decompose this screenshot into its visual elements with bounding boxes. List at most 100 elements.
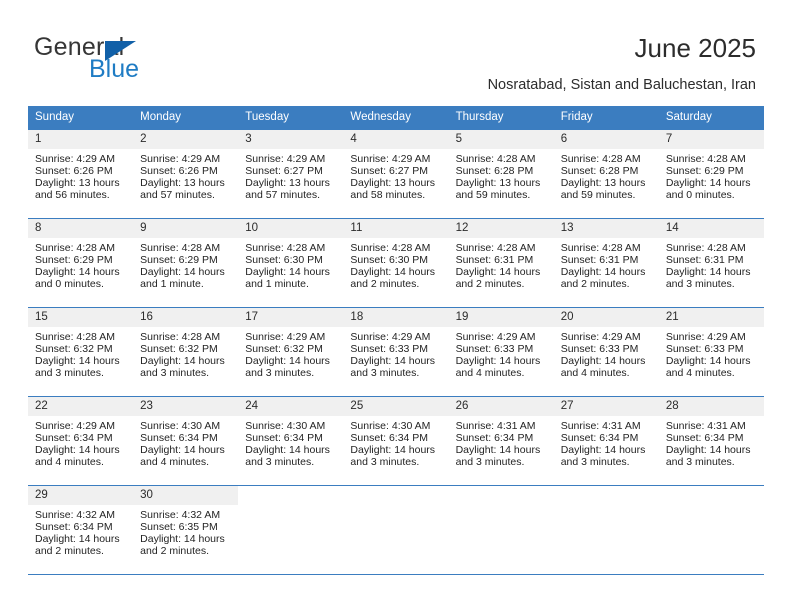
calendar-body: 1 Sunrise: 4:29 AM Sunset: 6:26 PM Dayli… bbox=[28, 129, 764, 575]
day-number: 13 bbox=[553, 219, 659, 238]
daylight-text-line1: Daylight: 14 hours bbox=[665, 265, 751, 278]
daylight-text-line2: and 3 minutes. bbox=[350, 366, 420, 379]
day-cell[interactable]: 13 Sunrise: 4:28 AM Sunset: 6:31 PM Dayl… bbox=[553, 219, 659, 307]
day-cell[interactable]: 27 Sunrise: 4:31 AM Sunset: 6:34 PM Dayl… bbox=[553, 397, 659, 485]
calendar-cell[interactable]: 14 Sunrise: 4:28 AM Sunset: 6:31 PM Dayl… bbox=[658, 218, 764, 308]
calendar-cell[interactable]: 22 Sunrise: 4:29 AM Sunset: 6:34 PM Dayl… bbox=[28, 396, 134, 486]
calendar-week-row: 22 Sunrise: 4:29 AM Sunset: 6:34 PM Dayl… bbox=[28, 396, 764, 486]
day-cell[interactable]: 23 Sunrise: 4:30 AM Sunset: 6:34 PM Dayl… bbox=[133, 397, 239, 485]
daylight-text-line1: Daylight: 14 hours bbox=[140, 354, 225, 367]
calendar-cell[interactable]: 9 Sunrise: 4:28 AM Sunset: 6:29 PM Dayli… bbox=[133, 218, 239, 308]
calendar-cell[interactable]: 21 Sunrise: 4:29 AM Sunset: 6:33 PM Dayl… bbox=[658, 307, 764, 397]
daylight-text-line2: and 0 minutes. bbox=[665, 188, 735, 201]
day-cell[interactable]: 7 Sunrise: 4:28 AM Sunset: 6:29 PM Dayli… bbox=[658, 130, 764, 218]
day-details: Sunrise: 4:28 AM Sunset: 6:30 PM Dayligh… bbox=[343, 238, 448, 291]
calendar-cell[interactable]: 26 Sunrise: 4:31 AM Sunset: 6:34 PM Dayl… bbox=[448, 396, 554, 486]
daylight-text-line1: Daylight: 14 hours bbox=[245, 265, 330, 278]
daylight-text-line1: Daylight: 14 hours bbox=[140, 532, 225, 545]
daylight-text-line2: and 2 minutes. bbox=[350, 277, 420, 290]
brand-logo[interactable]: General Blue bbox=[34, 34, 214, 90]
day-cell[interactable]: 8 Sunrise: 4:28 AM Sunset: 6:29 PM Dayli… bbox=[28, 219, 134, 307]
daylight-text-line1: Daylight: 14 hours bbox=[35, 443, 120, 456]
daylight-text-line2: and 3 minutes. bbox=[560, 455, 630, 468]
day-cell[interactable]: 25 Sunrise: 4:30 AM Sunset: 6:34 PM Dayl… bbox=[343, 397, 449, 485]
calendar-cell[interactable]: 3 Sunrise: 4:29 AM Sunset: 6:27 PM Dayli… bbox=[238, 129, 344, 219]
calendar-cell[interactable]: 20 Sunrise: 4:29 AM Sunset: 6:33 PM Dayl… bbox=[553, 307, 659, 397]
calendar-cell[interactable]: 2 Sunrise: 4:29 AM Sunset: 6:26 PM Dayli… bbox=[133, 129, 239, 219]
day-details: Sunrise: 4:28 AM Sunset: 6:29 PM Dayligh… bbox=[659, 149, 764, 202]
day-cell[interactable]: 19 Sunrise: 4:29 AM Sunset: 6:33 PM Dayl… bbox=[448, 308, 554, 396]
calendar-cell[interactable]: 6 Sunrise: 4:28 AM Sunset: 6:28 PM Dayli… bbox=[553, 129, 659, 219]
day-cell[interactable]: 2 Sunrise: 4:29 AM Sunset: 6:26 PM Dayli… bbox=[133, 130, 239, 218]
day-cell[interactable]: 18 Sunrise: 4:29 AM Sunset: 6:33 PM Dayl… bbox=[343, 308, 449, 396]
weekday-header-thursday: Thursday bbox=[448, 106, 554, 130]
day-cell[interactable]: 9 Sunrise: 4:28 AM Sunset: 6:29 PM Dayli… bbox=[133, 219, 239, 307]
day-cell[interactable]: 24 Sunrise: 4:30 AM Sunset: 6:34 PM Dayl… bbox=[238, 397, 344, 485]
day-cell[interactable]: 6 Sunrise: 4:28 AM Sunset: 6:28 PM Dayli… bbox=[553, 130, 659, 218]
daylight-text-line1: Daylight: 14 hours bbox=[560, 265, 646, 278]
calendar-cell[interactable]: 24 Sunrise: 4:30 AM Sunset: 6:34 PM Dayl… bbox=[238, 396, 344, 486]
calendar-cell[interactable]: 7 Sunrise: 4:28 AM Sunset: 6:29 PM Dayli… bbox=[658, 129, 764, 219]
calendar-cell[interactable]: 11 Sunrise: 4:28 AM Sunset: 6:30 PM Dayl… bbox=[343, 218, 449, 308]
calendar-cell[interactable]: 17 Sunrise: 4:29 AM Sunset: 6:32 PM Dayl… bbox=[238, 307, 344, 397]
day-details: Sunrise: 4:32 AM Sunset: 6:35 PM Dayligh… bbox=[133, 505, 238, 558]
day-number: 25 bbox=[343, 397, 449, 416]
calendar-cell[interactable]: 30 Sunrise: 4:32 AM Sunset: 6:35 PM Dayl… bbox=[133, 485, 239, 575]
day-cell[interactable]: 12 Sunrise: 4:28 AM Sunset: 6:31 PM Dayl… bbox=[448, 219, 554, 307]
day-cell[interactable]: 11 Sunrise: 4:28 AM Sunset: 6:30 PM Dayl… bbox=[343, 219, 449, 307]
day-cell[interactable]: 14 Sunrise: 4:28 AM Sunset: 6:31 PM Dayl… bbox=[658, 219, 764, 307]
calendar-cell[interactable]: 13 Sunrise: 4:28 AM Sunset: 6:31 PM Dayl… bbox=[553, 218, 659, 308]
day-cell-empty bbox=[659, 486, 764, 574]
calendar-cell bbox=[553, 485, 659, 575]
calendar-cell[interactable]: 23 Sunrise: 4:30 AM Sunset: 6:34 PM Dayl… bbox=[133, 396, 239, 486]
day-cell[interactable]: 1 Sunrise: 4:29 AM Sunset: 6:26 PM Dayli… bbox=[28, 130, 134, 218]
daylight-text-line2: and 1 minute. bbox=[140, 277, 204, 290]
daylight-text-line2: and 59 minutes. bbox=[455, 188, 531, 201]
brand-name-blue: Blue bbox=[89, 55, 140, 83]
day-details: Sunrise: 4:29 AM Sunset: 6:26 PM Dayligh… bbox=[133, 149, 238, 202]
daylight-text-line2: and 3 minutes. bbox=[665, 277, 735, 290]
calendar-cell[interactable]: 10 Sunrise: 4:28 AM Sunset: 6:30 PM Dayl… bbox=[238, 218, 344, 308]
day-cell[interactable]: 16 Sunrise: 4:28 AM Sunset: 6:32 PM Dayl… bbox=[133, 308, 239, 396]
calendar-cell[interactable]: 18 Sunrise: 4:29 AM Sunset: 6:33 PM Dayl… bbox=[343, 307, 449, 397]
day-cell[interactable]: 3 Sunrise: 4:29 AM Sunset: 6:27 PM Dayli… bbox=[238, 130, 344, 218]
calendar-cell[interactable]: 25 Sunrise: 4:30 AM Sunset: 6:34 PM Dayl… bbox=[343, 396, 449, 486]
day-cell[interactable]: 30 Sunrise: 4:32 AM Sunset: 6:35 PM Dayl… bbox=[133, 486, 239, 574]
calendar-cell[interactable]: 29 Sunrise: 4:32 AM Sunset: 6:34 PM Dayl… bbox=[28, 485, 134, 575]
calendar-cell[interactable]: 28 Sunrise: 4:31 AM Sunset: 6:34 PM Dayl… bbox=[658, 396, 764, 486]
day-cell[interactable]: 10 Sunrise: 4:28 AM Sunset: 6:30 PM Dayl… bbox=[238, 219, 344, 307]
day-cell[interactable]: 26 Sunrise: 4:31 AM Sunset: 6:34 PM Dayl… bbox=[448, 397, 554, 485]
day-cell[interactable]: 15 Sunrise: 4:28 AM Sunset: 6:32 PM Dayl… bbox=[28, 308, 134, 396]
day-number: 11 bbox=[343, 219, 449, 238]
daylight-text-line1: Daylight: 13 hours bbox=[455, 176, 541, 189]
day-cell[interactable]: 28 Sunrise: 4:31 AM Sunset: 6:34 PM Dayl… bbox=[658, 397, 764, 485]
daylight-text-line1: Daylight: 14 hours bbox=[245, 443, 330, 456]
calendar-cell[interactable]: 4 Sunrise: 4:29 AM Sunset: 6:27 PM Dayli… bbox=[343, 129, 449, 219]
day-number: 21 bbox=[658, 308, 764, 327]
day-details: Sunrise: 4:28 AM Sunset: 6:31 PM Dayligh… bbox=[659, 238, 764, 291]
calendar-cell[interactable]: 1 Sunrise: 4:29 AM Sunset: 6:26 PM Dayli… bbox=[28, 129, 134, 219]
calendar-cell[interactable]: 8 Sunrise: 4:28 AM Sunset: 6:29 PM Dayli… bbox=[28, 218, 134, 308]
day-cell[interactable]: 4 Sunrise: 4:29 AM Sunset: 6:27 PM Dayli… bbox=[343, 130, 449, 218]
day-cell[interactable]: 20 Sunrise: 4:29 AM Sunset: 6:33 PM Dayl… bbox=[553, 308, 659, 396]
day-cell[interactable]: 22 Sunrise: 4:29 AM Sunset: 6:34 PM Dayl… bbox=[28, 397, 134, 485]
weekday-header-tuesday: Tuesday bbox=[238, 106, 344, 130]
day-number: 22 bbox=[28, 397, 134, 416]
calendar-cell[interactable]: 16 Sunrise: 4:28 AM Sunset: 6:32 PM Dayl… bbox=[133, 307, 239, 397]
calendar-cell[interactable]: 15 Sunrise: 4:28 AM Sunset: 6:32 PM Dayl… bbox=[28, 307, 134, 397]
day-cell[interactable]: 29 Sunrise: 4:32 AM Sunset: 6:34 PM Dayl… bbox=[28, 486, 134, 574]
day-details: Sunrise: 4:30 AM Sunset: 6:34 PM Dayligh… bbox=[133, 416, 238, 469]
calendar-cell[interactable]: 5 Sunrise: 4:28 AM Sunset: 6:28 PM Dayli… bbox=[448, 129, 554, 219]
day-number: 5 bbox=[448, 130, 554, 149]
day-number: 15 bbox=[28, 308, 134, 327]
day-cell[interactable]: 5 Sunrise: 4:28 AM Sunset: 6:28 PM Dayli… bbox=[448, 130, 554, 218]
calendar-cell[interactable]: 19 Sunrise: 4:29 AM Sunset: 6:33 PM Dayl… bbox=[448, 307, 554, 397]
day-details: Sunrise: 4:29 AM Sunset: 6:27 PM Dayligh… bbox=[238, 149, 343, 202]
day-cell[interactable]: 21 Sunrise: 4:29 AM Sunset: 6:33 PM Dayl… bbox=[658, 308, 764, 396]
calendar-cell[interactable]: 27 Sunrise: 4:31 AM Sunset: 6:34 PM Dayl… bbox=[553, 396, 659, 486]
calendar-week-row: 8 Sunrise: 4:28 AM Sunset: 6:29 PM Dayli… bbox=[28, 218, 764, 308]
daylight-text-line2: and 1 minute. bbox=[245, 277, 309, 290]
day-cell[interactable]: 17 Sunrise: 4:29 AM Sunset: 6:32 PM Dayl… bbox=[238, 308, 344, 396]
daylight-text-line2: and 57 minutes. bbox=[140, 188, 215, 201]
calendar-cell[interactable]: 12 Sunrise: 4:28 AM Sunset: 6:31 PM Dayl… bbox=[448, 218, 554, 308]
